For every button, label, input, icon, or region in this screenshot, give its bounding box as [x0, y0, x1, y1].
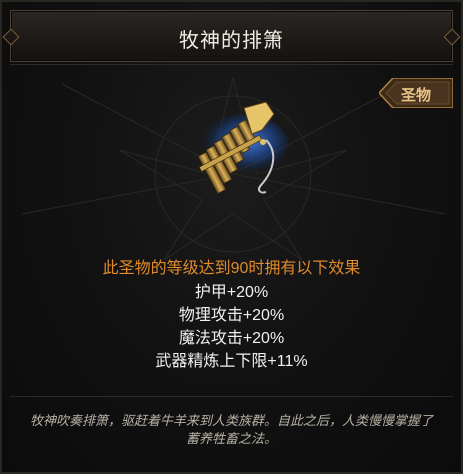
category-tag: 圣物	[379, 78, 453, 108]
lore-divider	[10, 396, 453, 397]
category-label: 圣物	[401, 87, 432, 104]
stat-line: 魔法攻击+20%	[178, 330, 285, 347]
item-tooltip: 牧神的排箫 圣物 此圣物的等级达到90时拥有以下效果 护甲+20% 物理攻击+2…	[0, 0, 463, 474]
stat-line: 护甲+20%	[194, 284, 269, 301]
pan-flute-icon	[197, 101, 288, 195]
item-title: 牧神的排箫	[179, 30, 284, 52]
effects-section: 此圣物的等级达到90时拥有以下效果 护甲+20% 物理攻击+20% 魔法攻击+2…	[2, 256, 461, 373]
stat-line: 武器精炼上下限+11%	[155, 353, 308, 370]
stat-line: 物理攻击+20%	[178, 307, 285, 324]
tooltip-header: 牧神的排箫	[2, 10, 461, 62]
lore-text: 牧神吹奏排箫，驱赶着牛羊来到人类族群。自此之后，人类慢慢掌握了蓄养牲畜之法。	[29, 413, 433, 446]
effect-requirement: 此圣物的等级达到90时拥有以下效果	[102, 260, 361, 277]
